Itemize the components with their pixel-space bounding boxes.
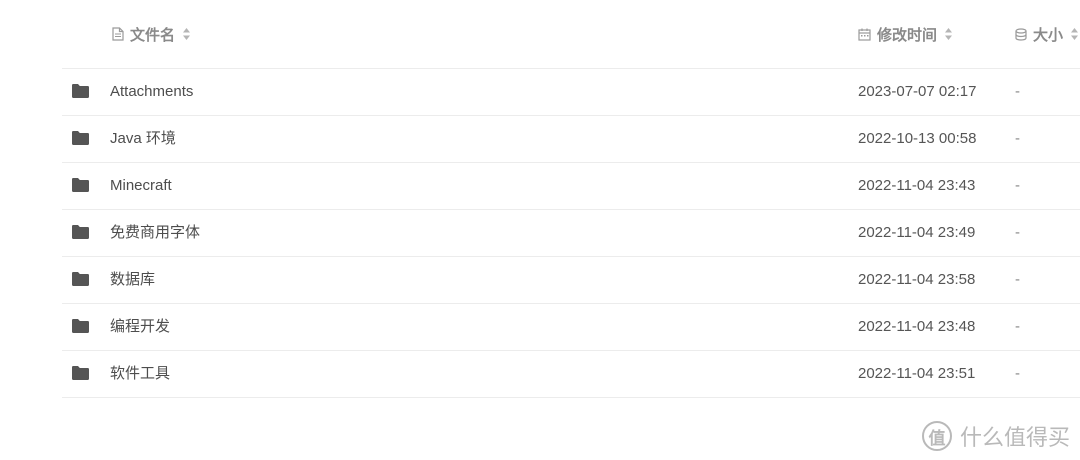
file-name[interactable]: Minecraft	[110, 163, 172, 209]
table-row[interactable]: 软件工具 2022-11-04 23:51 -	[62, 351, 1080, 398]
file-name[interactable]: 免费商用字体	[110, 210, 200, 256]
sort-icon[interactable]	[182, 27, 191, 41]
file-size: -	[1015, 177, 1020, 194]
modified-time: 2023-07-07 02:17	[858, 83, 977, 100]
sort-icon[interactable]	[1070, 27, 1079, 41]
file-list-header: 文件名 修改时间 大小	[62, 0, 1080, 69]
folder-icon	[72, 131, 89, 145]
file-name[interactable]: 编程开发	[110, 304, 170, 350]
file-size: -	[1015, 130, 1020, 147]
name-column-header[interactable]: 文件名	[112, 0, 191, 68]
name-column-label: 文件名	[130, 26, 176, 44]
size-column-label: 大小	[1033, 26, 1064, 44]
sort-icon[interactable]	[944, 27, 953, 41]
file-size: -	[1015, 365, 1020, 382]
folder-icon	[72, 319, 89, 333]
table-row[interactable]: Attachments 2023-07-07 02:17 -	[62, 69, 1080, 116]
folder-icon	[72, 366, 89, 380]
time-column-label: 修改时间	[877, 26, 938, 44]
table-row[interactable]: 数据库 2022-11-04 23:58 -	[62, 257, 1080, 304]
table-row[interactable]: 编程开发 2022-11-04 23:48 -	[62, 304, 1080, 351]
folder-icon	[72, 272, 89, 286]
file-name[interactable]: 数据库	[110, 257, 155, 303]
folder-icon	[72, 178, 89, 192]
table-row[interactable]: Minecraft 2022-11-04 23:43 -	[62, 163, 1080, 210]
file-icon	[112, 27, 124, 41]
file-size: -	[1015, 224, 1020, 241]
size-column-header[interactable]: 大小	[1015, 0, 1079, 68]
watermark: 值 什么值得买	[921, 420, 1070, 452]
watermark-text: 什么值得买	[959, 425, 1070, 450]
file-size: -	[1015, 271, 1020, 288]
file-name[interactable]: 软件工具	[110, 351, 170, 397]
file-size: -	[1015, 318, 1020, 335]
modified-time: 2022-10-13 00:58	[858, 130, 977, 147]
file-list: 文件名 修改时间 大小 Attachments 2023-07-07 02:17…	[62, 0, 1080, 398]
table-row[interactable]: Java 环境 2022-10-13 00:58 -	[62, 116, 1080, 163]
time-column-header[interactable]: 修改时间	[858, 0, 953, 68]
modified-time: 2022-11-04 23:58	[858, 271, 976, 288]
file-size: -	[1015, 83, 1020, 100]
file-rows: Attachments 2023-07-07 02:17 - Java 环境 2…	[62, 69, 1080, 398]
file-name[interactable]: Java 环境	[110, 116, 176, 162]
database-icon	[1015, 27, 1027, 41]
watermark-logo: 值	[921, 421, 952, 451]
table-row[interactable]: 免费商用字体 2022-11-04 23:49 -	[62, 210, 1080, 257]
modified-time: 2022-11-04 23:49	[858, 224, 976, 241]
modified-time: 2022-11-04 23:48	[858, 318, 976, 335]
folder-icon	[72, 225, 89, 239]
file-name[interactable]: Attachments	[110, 69, 193, 115]
folder-icon	[72, 84, 89, 98]
modified-time: 2022-11-04 23:43	[858, 177, 976, 194]
modified-time: 2022-11-04 23:51	[858, 365, 976, 382]
calendar-icon	[858, 28, 871, 41]
